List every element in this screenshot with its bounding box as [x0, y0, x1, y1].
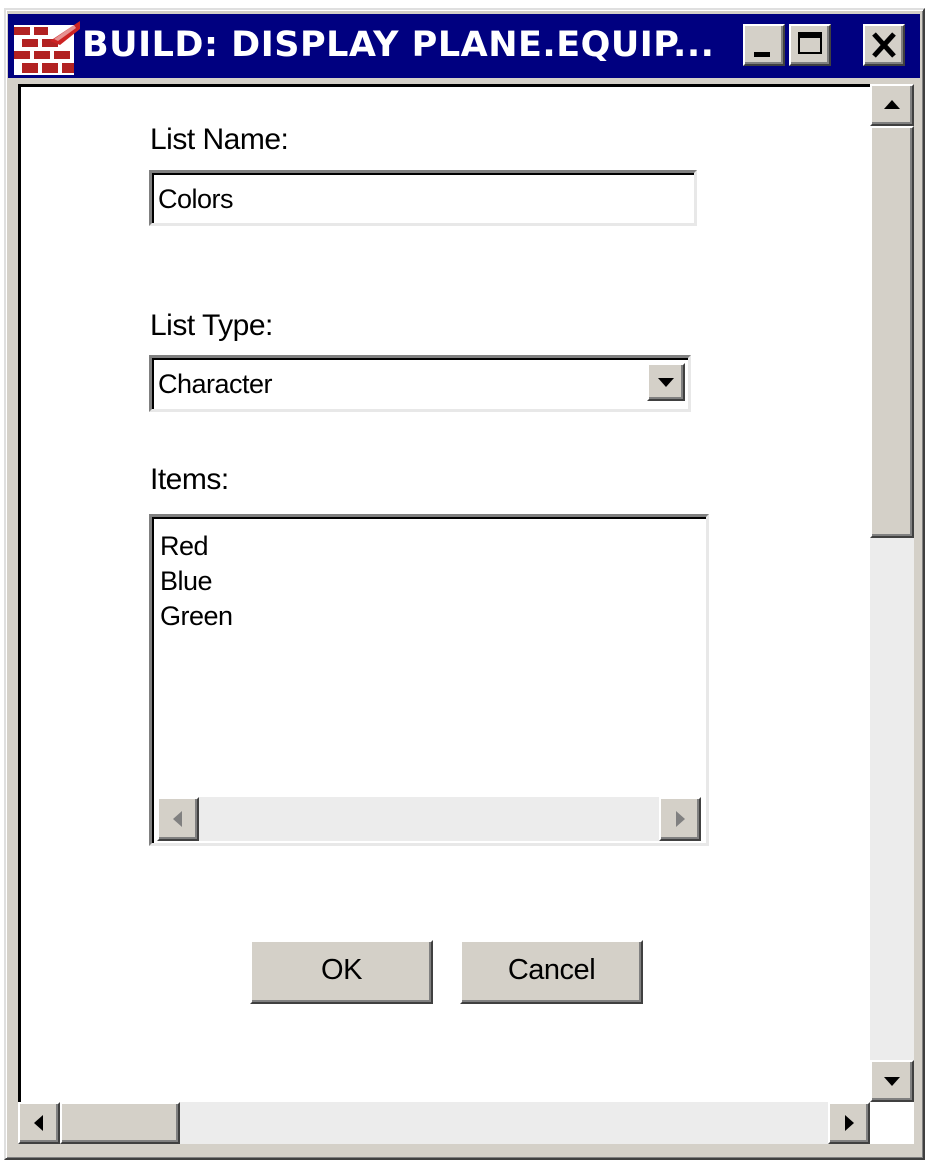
maximize-button[interactable] — [789, 24, 831, 66]
maximize-icon — [798, 32, 822, 54]
close-icon — [872, 32, 896, 58]
scroll-left-button[interactable] — [18, 1102, 60, 1144]
field-inner-border — [152, 173, 694, 223]
scroll-right-button[interactable] — [828, 1102, 870, 1144]
brick-wall-icon — [14, 21, 80, 75]
vertical-scrollbar[interactable] — [870, 84, 914, 1102]
list-type-value[interactable]: Character — [158, 366, 273, 402]
list-name-label: List Name: — [150, 123, 289, 156]
chevron-down-icon — [658, 378, 674, 387]
listbox-scroll-left-button[interactable] — [157, 797, 199, 841]
horizontal-scroll-thumb[interactable] — [60, 1102, 180, 1144]
minimize-icon — [754, 52, 770, 57]
cancel-button[interactable]: Cancel — [460, 940, 643, 1004]
arrow-left-icon — [173, 811, 182, 827]
arrow-left-icon — [34, 1115, 43, 1131]
list-type-label: List Type: — [150, 309, 273, 342]
arrow-right-icon — [845, 1115, 854, 1131]
items-list: Red Blue Green — [160, 529, 233, 634]
size-grip — [870, 1102, 914, 1144]
items-label: Items: — [150, 463, 229, 496]
list-item[interactable]: Red — [160, 529, 233, 564]
list-name-value[interactable]: Colors — [158, 181, 234, 217]
list-item[interactable]: Green — [160, 599, 233, 634]
minimize-button[interactable] — [743, 24, 785, 66]
horizontal-scrollbar[interactable] — [18, 1102, 870, 1144]
scroll-up-button[interactable] — [870, 84, 914, 126]
items-listbox[interactable]: Red Blue Green — [149, 514, 709, 846]
listbox-horizontal-scrollbar[interactable] — [157, 797, 701, 841]
list-item[interactable]: Blue — [160, 564, 233, 599]
listbox-scroll-right-button[interactable] — [659, 797, 701, 841]
list-type-select[interactable]: Character — [149, 355, 691, 412]
ok-button[interactable]: OK — [250, 940, 433, 1004]
dropdown-button[interactable] — [647, 363, 685, 401]
arrow-up-icon — [884, 100, 900, 109]
arrow-down-icon — [884, 1077, 900, 1086]
vertical-scroll-thumb[interactable] — [870, 126, 914, 538]
close-button[interactable] — [863, 24, 905, 66]
window-title: BUILD: DISPLAY PLANE.EQUIP... — [82, 25, 715, 65]
scroll-down-button[interactable] — [870, 1060, 914, 1102]
arrow-right-icon — [676, 811, 685, 827]
listbox-inner-border — [152, 517, 706, 843]
list-name-field[interactable]: Colors — [149, 170, 697, 226]
